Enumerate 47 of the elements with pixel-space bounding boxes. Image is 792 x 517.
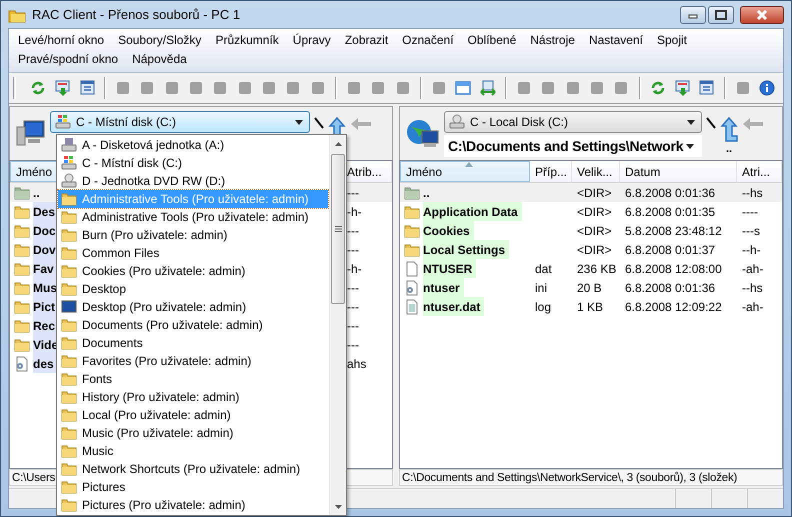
table-cell-text: log [534, 298, 552, 316]
table-cell-text: -h- [346, 204, 363, 220]
table-cell-text: ---- [741, 204, 759, 220]
table-cell-text: -h- [346, 260, 363, 278]
file-name: .. [423, 184, 431, 202]
table-cell-text: <DIR> [576, 204, 613, 220]
file-name: Cookies [423, 221, 474, 240]
table-cell-text: --- [346, 336, 360, 354]
path-status: C:\Documents and Settings\NetworkService\, 3 (souborů), 3 (složek) [399, 469, 783, 486]
table-cell-text: --- [346, 298, 360, 316]
table-cell-text: --hs [741, 184, 764, 202]
table-cell-text: --- [346, 242, 360, 258]
file-name: NTUSER [423, 259, 476, 278]
table-cell-text: 6.8.2008 0:01:36 [624, 184, 716, 202]
table-cell-text: 6.8.2008 0:01:35 [624, 204, 716, 220]
table-cell-text: --h- [741, 242, 762, 258]
table-cell-text: --- [346, 318, 360, 334]
window-title: RAC Client - Přenos souborů - PC 1 [32, 7, 240, 22]
table-cell-text: <DIR> [576, 222, 613, 240]
table-cell-text: 6.8.2008 0:01:37 [624, 242, 716, 258]
table-cell-text: ini [534, 280, 548, 296]
table-cell-text: --- [346, 280, 360, 296]
table-cell-text: 20 B [576, 280, 603, 296]
file-name: .. [33, 184, 41, 202]
table-cell-text: --- [346, 222, 360, 240]
table-cell-text: 6.8.2008 12:08:00 [624, 260, 723, 278]
table-cell-text: ---s [741, 222, 761, 240]
file-name: Application Data [423, 202, 522, 221]
table-cell-text: 236 KB [576, 260, 618, 278]
table-cell-text: -ah- [741, 260, 764, 278]
table-cell-text: <DIR> [576, 242, 613, 258]
up-label: .. [726, 143, 732, 155]
table-cell-text: --- [346, 184, 360, 202]
table-cell-text: <DIR> [576, 184, 613, 202]
table-cell-text: dat [534, 260, 553, 278]
table-cell-text: 6.8.2008 0:01:36 [624, 280, 716, 296]
table-cell-text: --hs [741, 280, 764, 296]
file-name: ntuser.dat [423, 297, 484, 316]
file-name: Local Settings [423, 240, 510, 259]
table-cell-text: 6.8.2008 12:09:22 [624, 298, 723, 316]
file-name: ntuser [423, 278, 464, 297]
table-cell-text: 1 KB [576, 298, 604, 316]
file-name: Fav [33, 259, 58, 278]
table-cell-text: 5.8.2008 23:48:12 [624, 222, 723, 240]
table-cell-text: -ah- [741, 298, 764, 316]
file-name: des [33, 354, 58, 373]
table-cell-text: ahs [346, 356, 368, 372]
